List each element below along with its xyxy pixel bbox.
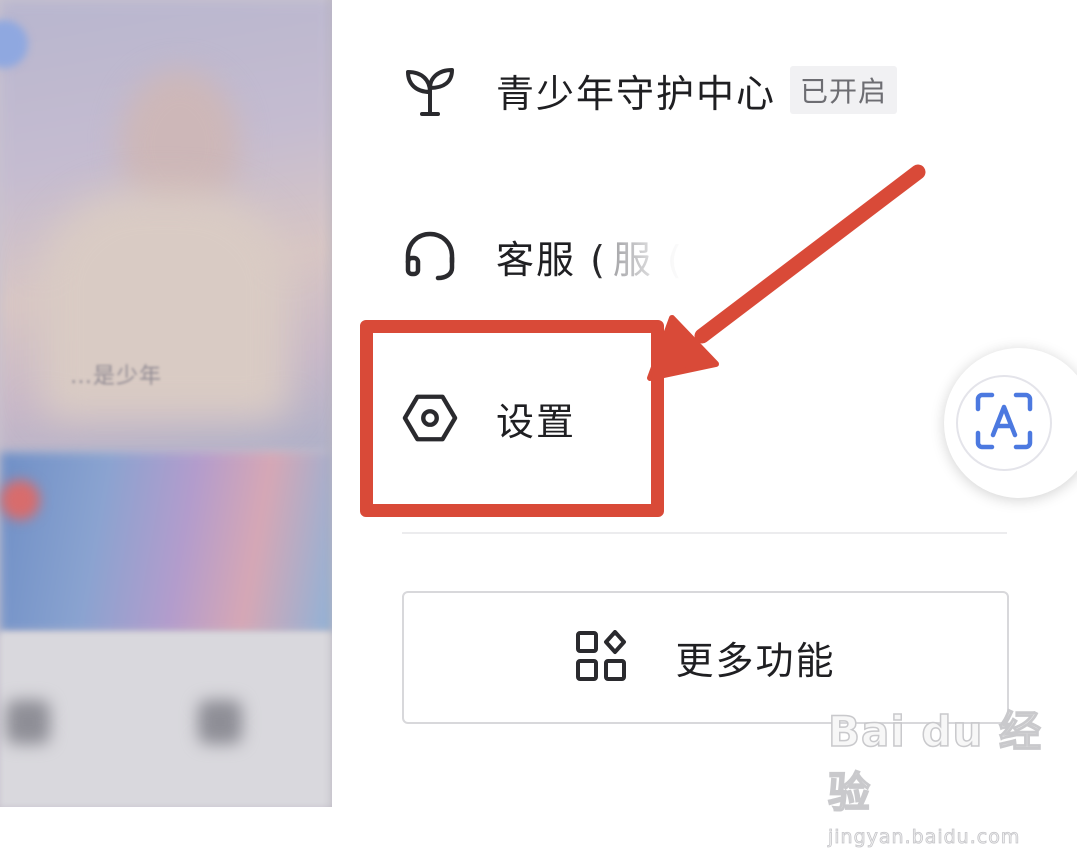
annotation-highlight-box	[360, 320, 664, 517]
bottom-nav-icon	[6, 700, 50, 744]
watermark-logo: Bai du 经验	[827, 706, 1042, 818]
more-features-label: 更多功能	[675, 639, 836, 683]
banner-badge-blur	[0, 480, 40, 520]
divider	[402, 532, 1007, 534]
apps-grid-icon	[575, 629, 627, 686]
text-recognition-icon	[974, 391, 1034, 455]
label-fade-overlay	[594, 214, 724, 294]
status-badge: 已开启	[790, 66, 898, 114]
menu-item-youth-protection[interactable]: 青少年守护中心 已开启	[402, 62, 898, 118]
watermark: Bai du 经验 jingyan.baidu.com	[827, 698, 1068, 848]
bottom-nav-icon	[198, 700, 242, 744]
background-video-area: …是少年	[0, 0, 332, 807]
headset-icon	[402, 228, 458, 284]
menu-item-label: 客服 (	[496, 237, 607, 282]
menu-item-label: 青少年守护中心	[496, 71, 777, 116]
banner-blur	[0, 452, 332, 632]
float-button-ring	[956, 375, 1052, 471]
sprout-icon	[402, 62, 458, 118]
watermark-url: jingyan.baidu.com	[828, 826, 1021, 848]
video-caption: …是少年	[70, 364, 163, 389]
